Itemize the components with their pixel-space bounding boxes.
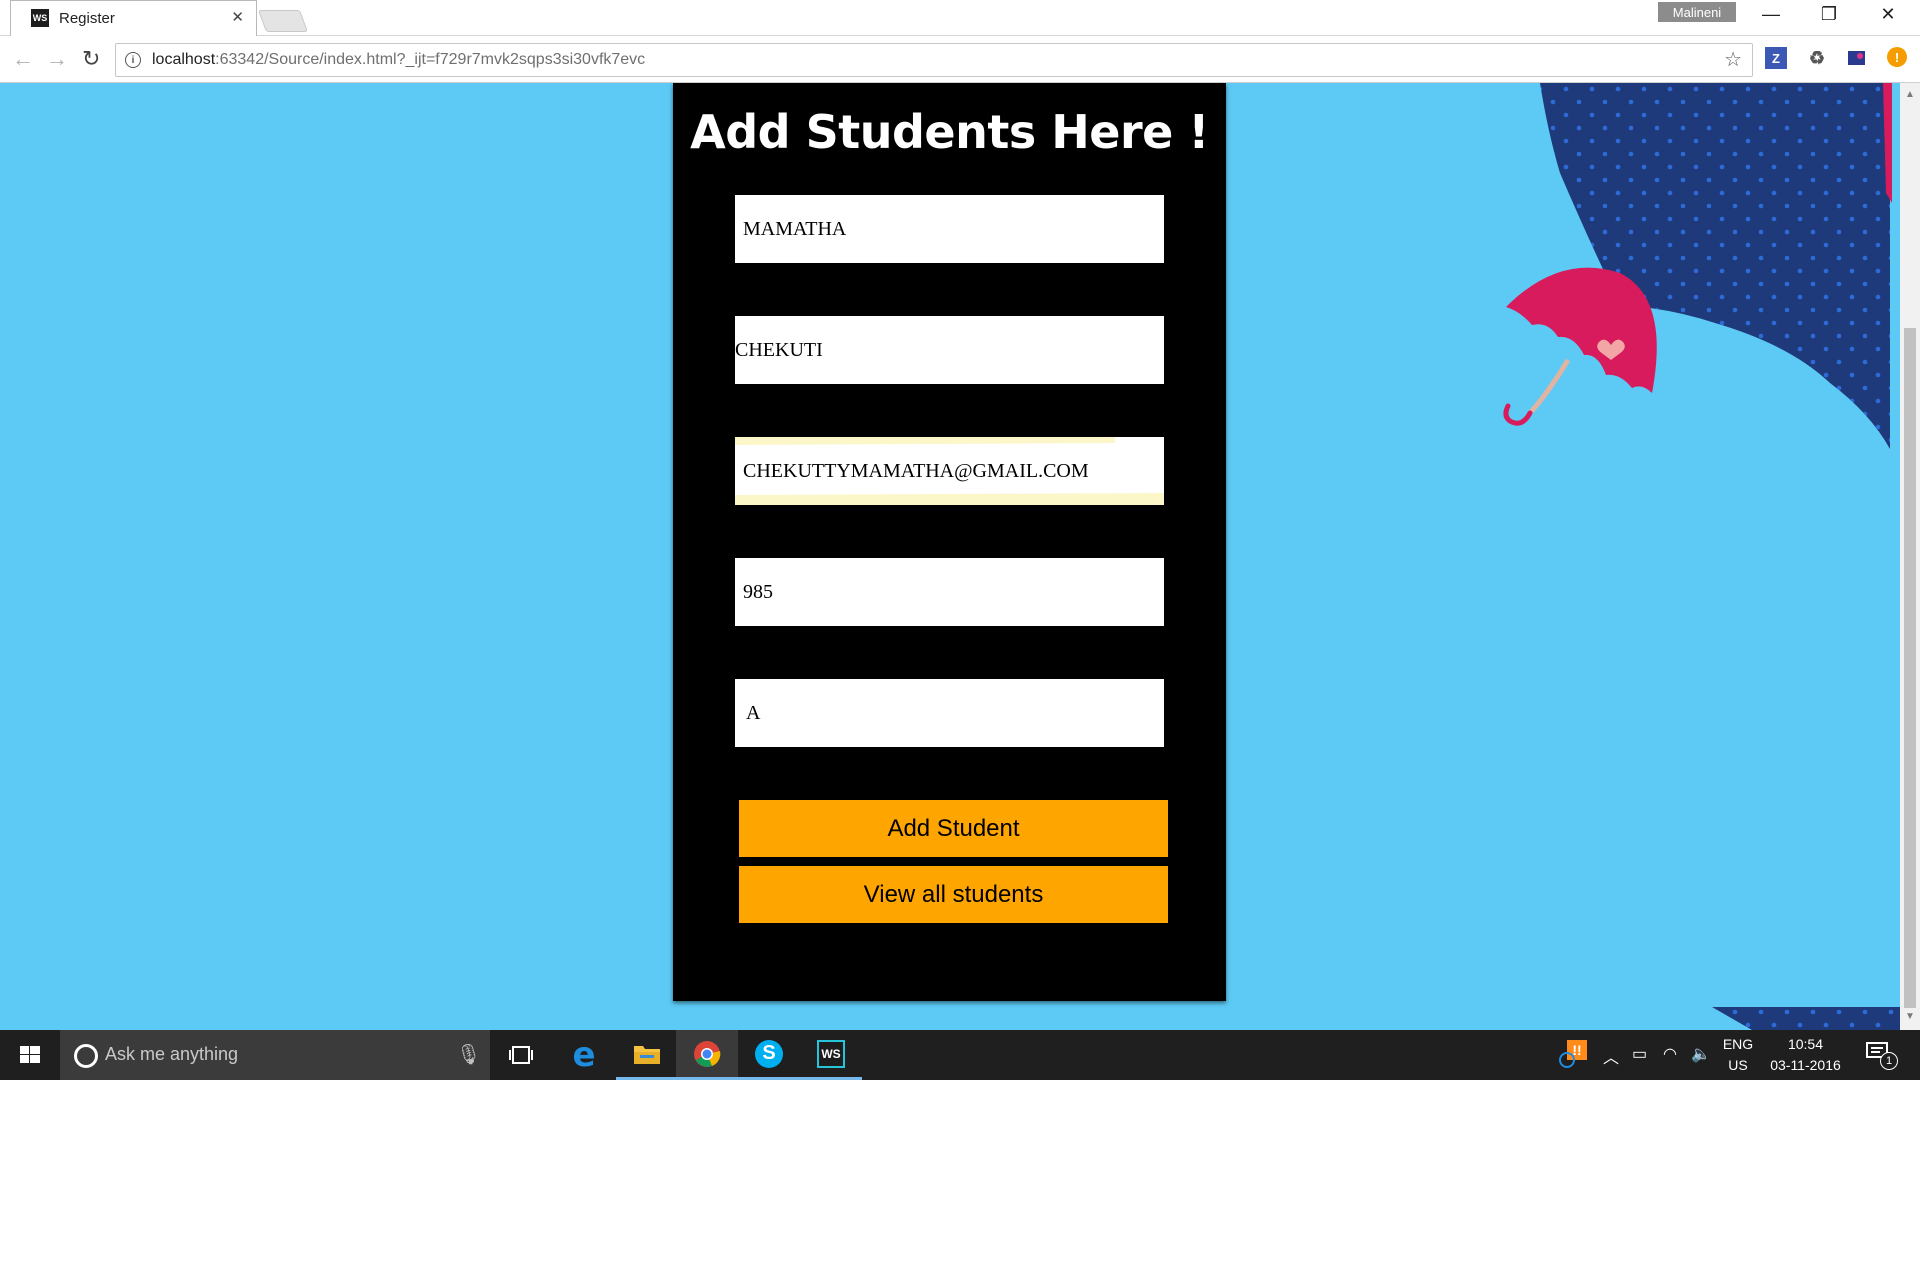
address-bar[interactable]: i localhost:63342/Source/index.html?_ijt… <box>115 43 1753 77</box>
start-button[interactable] <box>0 1030 60 1080</box>
clock-date: 03-11-2016 <box>1770 1057 1841 1073</box>
chrome-icon[interactable] <box>676 1030 738 1080</box>
close-window-icon[interactable]: ✕ <box>1868 4 1908 25</box>
add-student-button[interactable]: Add Student <box>739 800 1168 857</box>
first-name-input[interactable] <box>735 195 1164 263</box>
webstorm-icon[interactable]: WS <box>800 1030 862 1080</box>
language-indicator[interactable]: ENG US <box>1718 1034 1758 1076</box>
show-hidden-icons-icon[interactable]: ︿ <box>1603 1044 1619 1068</box>
last-name-input[interactable] <box>735 316 1164 384</box>
language-primary: ENG <box>1722 1036 1754 1052</box>
bookmark-star-icon[interactable]: ☆ <box>1724 47 1742 72</box>
add-student-form: Add Students Here ! Add Student View all… <box>673 83 1226 1001</box>
form-title: Add Students Here ! <box>690 105 1209 159</box>
clock-time: 10:54 <box>1787 1036 1824 1052</box>
scroll-up-icon[interactable]: ▲ <box>1905 89 1915 100</box>
extension-recycle-icon[interactable]: ♻ <box>1806 47 1828 69</box>
grade-input[interactable] <box>735 679 1164 747</box>
skype-icon[interactable]: S <box>738 1030 800 1080</box>
tray-alert-icon[interactable]: !! <box>1559 1040 1589 1070</box>
edge-browser-icon[interactable]: e <box>553 1030 615 1080</box>
profile-badge[interactable]: Malineni <box>1658 2 1736 22</box>
phone-input[interactable] <box>735 558 1164 626</box>
windows-taskbar: Ask me anything 🎙 e S WS !! ︿ ▭ ◠ 🔈 ENG … <box>0 1030 1920 1080</box>
cortana-icon <box>74 1044 98 1068</box>
info-icon[interactable]: i <box>125 52 141 68</box>
url-host: localhost <box>152 51 216 68</box>
restore-icon[interactable]: ❐ <box>1809 4 1849 25</box>
extension-z-icon[interactable]: Z <box>1765 47 1787 69</box>
warning-icon[interactable]: ! <box>1887 47 1907 67</box>
webstorm-favicon-icon: WS <box>31 9 49 27</box>
language-secondary: US <box>1728 1057 1748 1073</box>
reload-icon[interactable]: ↻ <box>82 46 100 72</box>
microphone-icon[interactable]: 🎙 <box>456 1042 481 1067</box>
new-tab-button[interactable] <box>257 10 309 32</box>
wifi-icon[interactable]: ◠ <box>1663 1044 1677 1064</box>
action-center-icon[interactable]: 1 <box>1866 1042 1898 1070</box>
url-path: :63342/Source/index.html?_ijt=f729r7mvk2… <box>215 51 646 68</box>
windows-logo-icon <box>20 1046 40 1063</box>
email-input[interactable] <box>735 437 1164 505</box>
browser-tab[interactable]: WS Register ✕ <box>10 0 257 37</box>
scroll-down-icon[interactable]: ▼ <box>1905 1011 1915 1022</box>
file-explorer-icon[interactable] <box>616 1030 678 1080</box>
forward-arrow-icon[interactable]: → <box>46 46 68 72</box>
minimize-icon[interactable]: — <box>1751 4 1791 25</box>
extension-image-icon[interactable] <box>1846 47 1868 69</box>
battery-icon[interactable]: ▭ <box>1632 1044 1647 1064</box>
tab-strip: WS Register ✕ Malineni — ❐ ✕ <box>0 0 1920 37</box>
notification-count: 1 <box>1880 1052 1898 1070</box>
tab-close-icon[interactable]: ✕ <box>231 8 244 26</box>
task-view-icon[interactable] <box>490 1030 552 1080</box>
view-all-students-button[interactable]: View all students <box>739 866 1168 923</box>
page-scrollbar[interactable]: ▲ ▼ <box>1900 83 1920 1030</box>
tab-title: Register <box>59 9 115 27</box>
volume-icon[interactable]: 🔈 <box>1691 1044 1711 1064</box>
url-text[interactable]: localhost:63342/Source/index.html?_ijt=f… <box>152 51 645 69</box>
clock[interactable]: 10:54 03-11-2016 <box>1763 1034 1848 1076</box>
search-placeholder: Ask me anything <box>105 1044 239 1064</box>
scroll-thumb[interactable] <box>1904 328 1916 1008</box>
back-arrow-icon[interactable]: ← <box>12 46 34 72</box>
cortana-search-box[interactable]: Ask me anything 🎙 <box>60 1030 490 1080</box>
browser-toolbar: ← → ↻ i localhost:63342/Source/index.htm… <box>0 36 1920 83</box>
page-viewport: Add Students Here ! Add Student View all… <box>0 83 1900 1030</box>
